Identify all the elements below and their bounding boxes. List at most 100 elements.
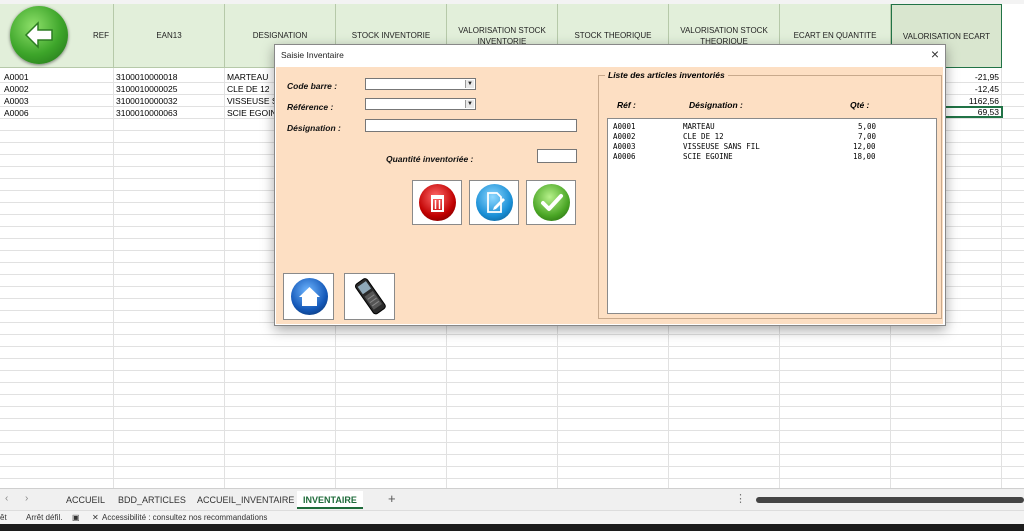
item-qte: 5,00	[858, 122, 877, 131]
list-item[interactable]: A0002 CLE DE 12 7,00	[608, 132, 928, 142]
frame-title: Liste des articles inventoriés	[605, 70, 728, 80]
reference-label: Référence :	[287, 102, 334, 112]
item-qte: 18,00	[853, 152, 876, 161]
cell-designation[interactable]: SCIE EGOINE	[227, 107, 275, 119]
item-qte: 7,00	[858, 132, 877, 141]
cell-designation[interactable]: CLE DE 12	[227, 83, 275, 95]
sheet-tab-bar: ‹ › ACCUEIL BDD_ARTICLES ACCUEIL_INVENTA…	[0, 488, 1024, 511]
header-valorisation-ecart-label: VALORISATION ECART	[902, 31, 991, 41]
cell-ean13[interactable]: 3100010000063	[116, 107, 222, 119]
item-designation: MARTEAU	[683, 122, 715, 131]
tab-inventaire[interactable]: INVENTAIRE	[297, 491, 363, 509]
col-designation-header: Désignation :	[689, 100, 743, 110]
home-button[interactable]	[283, 273, 334, 320]
cell-ref[interactable]: A0003	[4, 95, 110, 107]
grid-line	[0, 382, 1024, 383]
grid-line	[0, 478, 1024, 479]
quantite-field[interactable]	[537, 149, 577, 163]
checkmark-icon	[533, 184, 570, 221]
header-ecart-quantite-label: ECART EN QUANTITE	[793, 31, 877, 40]
home-icon	[291, 278, 328, 315]
windows-taskbar	[0, 524, 1024, 531]
grid-line	[1001, 68, 1002, 488]
status-accessibility[interactable]: Accessibilité : consultez nos recommanda…	[102, 513, 267, 522]
item-qte: 12,00	[853, 142, 876, 151]
header-ean13[interactable]: EAN13	[114, 4, 225, 68]
header-designation-label: DESIGNATION	[252, 31, 308, 40]
saisie-inventaire-dialog: Saisie Inventaire × Code barre : ▼ Référ…	[274, 44, 946, 326]
col-qte-header: Qté :	[850, 100, 870, 110]
cell-designation[interactable]: VISSEUSE SA	[227, 95, 275, 107]
cell-ref[interactable]: A0002	[4, 83, 110, 95]
grid-line	[0, 346, 1024, 347]
back-arrow-icon	[24, 21, 53, 49]
cell-designation[interactable]: MARTEAU	[227, 71, 275, 83]
code-barre-label: Code barre :	[287, 81, 338, 91]
chevron-down-icon[interactable]: ▼	[465, 80, 474, 88]
status-mode: êt	[0, 513, 7, 522]
header-ref-label: REF	[93, 31, 109, 40]
dialog-body: Code barre : ▼ Référence : ▼ Désignation…	[276, 67, 943, 324]
cell-ean13[interactable]: 3100010000032	[116, 95, 222, 107]
item-designation: VISSEUSE SANS FIL	[683, 142, 760, 151]
header-stock-theorique-label: STOCK THEORIQUE	[574, 31, 652, 40]
cell-ref[interactable]: A0001	[4, 71, 110, 83]
code-barre-combo[interactable]: ▼	[365, 78, 476, 90]
edit-document-icon	[476, 184, 513, 221]
horizontal-scrollbar[interactable]	[756, 497, 1024, 503]
chevron-down-icon[interactable]: ▼	[465, 100, 474, 108]
tab-bdd-articles[interactable]: BDD_ARTICLES	[112, 491, 192, 509]
validate-button[interactable]	[526, 180, 576, 225]
tab-accueil-inventaire[interactable]: ACCUEIL_INVENTAIRE	[191, 491, 300, 509]
trash-icon	[419, 184, 456, 221]
cell-ref[interactable]: A0006	[4, 107, 110, 119]
dialog-title: Saisie Inventaire	[281, 50, 344, 60]
grid-line	[0, 334, 1024, 335]
edit-button[interactable]	[469, 180, 519, 225]
check-glyph	[541, 194, 563, 211]
grid-line	[0, 406, 1024, 407]
prev-sheet-button[interactable]: ‹	[5, 493, 8, 504]
header-empty[interactable]	[1002, 4, 1024, 68]
grid-line	[224, 68, 225, 488]
item-ref: A0001	[613, 122, 636, 131]
list-item[interactable]: A0006 SCIE EGOINE 18,00	[608, 152, 928, 162]
cell-ean13[interactable]: 3100010000025	[116, 83, 222, 95]
header-stock-inventorie-label: STOCK INVENTORIE	[351, 31, 431, 40]
item-ref: A0006	[613, 152, 636, 161]
item-designation: SCIE EGOINE	[683, 152, 733, 161]
close-button[interactable]: ×	[931, 46, 939, 62]
cell-ean13[interactable]: 3100010000018	[116, 71, 222, 83]
edit-glyph	[487, 192, 505, 213]
reference-combo[interactable]: ▼	[365, 98, 476, 110]
grid-line	[0, 418, 1024, 419]
grid-line	[0, 442, 1024, 443]
item-designation: CLE DE 12	[683, 132, 724, 141]
grid-line	[113, 68, 114, 488]
add-sheet-button[interactable]: +	[388, 491, 396, 506]
home-glyph	[299, 287, 320, 306]
header-ean13-label: EAN13	[156, 31, 182, 40]
designation-field[interactable]	[365, 119, 577, 132]
inventoried-items-list[interactable]: A0001 MARTEAU 5,00 A0002 CLE DE 12 7,00 …	[607, 118, 937, 314]
barcode-scanner-icon	[355, 278, 386, 315]
status-scroll-lock: Arrêt défil.	[26, 513, 63, 522]
tab-accueil[interactable]: ACCUEIL	[60, 491, 111, 509]
scanner-button[interactable]	[344, 273, 395, 320]
delete-button[interactable]	[412, 180, 462, 225]
back-button[interactable]	[10, 6, 68, 64]
grid-line	[0, 370, 1024, 371]
list-item[interactable]: A0001 MARTEAU 5,00	[608, 122, 928, 132]
next-sheet-button[interactable]: ›	[25, 493, 28, 504]
grid-line	[0, 394, 1024, 395]
col-ref-header: Réf :	[617, 100, 636, 110]
list-item[interactable]: A0003 VISSEUSE SANS FIL 12,00	[608, 142, 928, 152]
macro-icon[interactable]: ▣	[72, 513, 80, 522]
more-options-icon[interactable]: ⋮	[735, 492, 746, 505]
accessibility-icon: ✕	[92, 513, 99, 522]
inventoried-items-frame: Liste des articles inventoriés Réf : Dés…	[598, 70, 942, 319]
grid-line	[0, 454, 1024, 455]
designation-label: Désignation :	[287, 123, 341, 133]
grid-line	[0, 466, 1024, 467]
trash-glyph	[431, 195, 444, 212]
